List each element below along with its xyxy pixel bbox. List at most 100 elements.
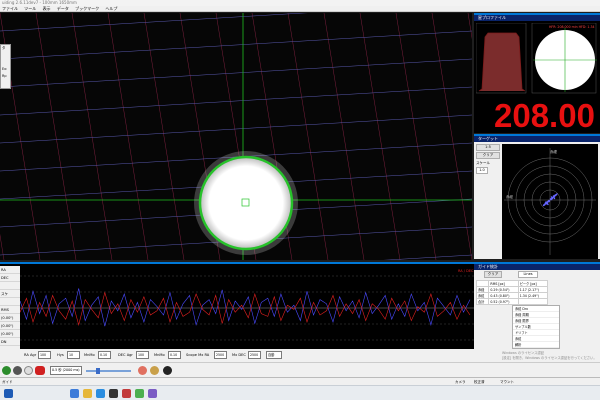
watermark-line2: [設定] を開き、Windows のライセンス認証を行ってください。 — [502, 356, 597, 360]
brain-icon[interactable] — [138, 366, 147, 375]
guiding-app-icon[interactable] — [122, 389, 131, 398]
dec-agr-field[interactable]: 100 — [136, 351, 149, 359]
graph-side-item: RMS — [0, 306, 20, 314]
stats-list-item: 解析 — [513, 342, 559, 348]
menu-data[interactable]: データ — [57, 6, 69, 11]
loop-button[interactable] — [2, 366, 11, 375]
target-point — [543, 204, 545, 206]
graph-side-controls[interactable]: RA DEC スケ RMS (0.00") (0.00") (0.00") DN — [0, 266, 20, 351]
profile-note: HFR: 208.000 min HFD: 1.34 — [549, 25, 595, 29]
profile-curve — [478, 32, 526, 92]
graph-side-item[interactable]: DEC — [0, 274, 20, 282]
float-item[interactable]: Ex: — [1, 66, 10, 73]
mnmo2-label: MnMo — [154, 353, 165, 357]
float-item[interactable]: タ — [1, 45, 10, 52]
scale-input[interactable]: 1.0 — [476, 167, 488, 174]
ra-agr-label: RA Agr — [24, 353, 37, 357]
float-item[interactable]: Rp — [1, 73, 10, 80]
guide-params-bar: RA Agr 100 Hys 10 MnMo 0.10 DEC Agr 100 … — [0, 349, 474, 362]
darks-icon[interactable] — [163, 366, 172, 375]
terminal-icon[interactable] — [109, 389, 118, 398]
target-point — [545, 202, 547, 205]
float-item[interactable] — [1, 59, 10, 66]
graph-side-item[interactable] — [0, 282, 20, 290]
target-point — [547, 200, 550, 202]
hys-label: Hys — [57, 353, 64, 357]
graph-grid — [20, 275, 474, 341]
taskbar-app-icon[interactable] — [135, 389, 144, 398]
stats-cell — [517, 298, 549, 305]
exposure-select[interactable]: 0.5 秒 (2000 ms) — [50, 366, 82, 375]
grid-line-dec — [383, 254, 472, 260]
dec-mode-select[interactable]: 自動 — [266, 351, 282, 359]
target-panel: ターゲット 1:5 クリア スケール 1.0 赤緯 赤経 — [474, 134, 600, 259]
hys-field[interactable]: 10 — [67, 351, 80, 359]
folder-icon[interactable] — [83, 389, 92, 398]
stats-table: RMS [px] ピーク [px] 赤経 0.29 (0.54") 1.17 (… — [475, 280, 549, 305]
graph-side-item: DN — [0, 338, 20, 346]
target-point — [551, 197, 553, 200]
guide-graph-panel: RA DEC スケ RMS (0.00") (0.00") (0.00") DN… — [0, 262, 474, 351]
graph-legend: RA / DEC — [458, 269, 474, 273]
camera-connect-button[interactable] — [13, 366, 22, 375]
start-icon[interactable] — [4, 389, 13, 398]
grid-line-ra — [323, 13, 365, 260]
menu-file[interactable]: ファイル — [2, 6, 18, 11]
float-item[interactable] — [1, 52, 10, 59]
menu-tools[interactable]: ツール — [24, 6, 36, 11]
stats-cell: 0.52 (0.97") — [488, 298, 519, 305]
mnmo2-field[interactable]: 0.10 — [168, 351, 181, 359]
stats-mode-select[interactable]: Lines — [518, 271, 538, 278]
stats-list: 赤緯 Drx 赤経 周期 赤経 限界 サンプル数 ドリフト 赤緯 解析 — [512, 305, 560, 349]
camera-image[interactable] — [0, 13, 472, 260]
taskbar-app-icon[interactable] — [148, 389, 157, 398]
target-title: ターゲット — [474, 136, 600, 142]
scope-mx-ra-field[interactable]: 2500 — [214, 351, 227, 359]
zoom-select[interactable]: 1:5 — [476, 144, 500, 151]
gain-slider-thumb[interactable] — [96, 368, 100, 374]
mx-dec-field[interactable]: 2500 — [248, 351, 261, 359]
stats-clear-button[interactable]: クリア — [484, 271, 502, 278]
grid-line-dec — [0, 58, 472, 88]
camera-view[interactable]: タ Ex: Rp — [0, 13, 472, 260]
profile-title: 星プロファイル — [474, 15, 600, 21]
grid-line-ra — [359, 13, 401, 260]
guide-button[interactable] — [24, 366, 33, 375]
graph-side-item: (0.00") — [0, 330, 20, 338]
target-point — [546, 201, 549, 203]
floating-control-panel[interactable]: タ Ex: Rp — [0, 44, 11, 89]
dec-agr-label: DEC Agr — [118, 353, 133, 357]
target-point — [553, 197, 556, 200]
graph-side-item: (0.00") — [0, 322, 20, 330]
grid-line-dec — [0, 114, 472, 144]
graph-side-item[interactable]: スケ — [0, 290, 20, 298]
mnmo-label: MnMo — [84, 353, 95, 357]
graph-side-item[interactable]: RA — [0, 266, 20, 274]
grid-line-dec — [0, 13, 308, 32]
dec-axis-label: 赤緯 — [550, 149, 558, 154]
stats-title: ガイド統計 — [474, 264, 600, 270]
star-profile-panel: 星プロファイル HFR: 208.000 min HFD: 1.34 208.0… — [474, 13, 600, 134]
ra-agr-field[interactable]: 100 — [38, 351, 51, 359]
graph-side-item[interactable] — [0, 298, 20, 306]
mx-dec-label: Mx DEC — [232, 353, 246, 357]
target-points — [542, 193, 558, 207]
menu-bar: ファイル ツール 表示 データ ブックマーク ヘルプ — [0, 6, 600, 12]
target-clear-button[interactable]: クリア — [476, 152, 500, 159]
browser-icon[interactable] — [96, 389, 105, 398]
grid-line-dec — [0, 86, 472, 116]
menu-view[interactable]: 表示 — [43, 6, 51, 11]
stats-cell: 合計 — [475, 298, 490, 305]
menu-bookmarks[interactable]: ブックマーク — [75, 6, 99, 11]
settings-icon[interactable] — [150, 366, 159, 375]
mnmo-field[interactable]: 0.10 — [98, 351, 111, 359]
graph-series-ra — [20, 288, 471, 327]
graph-side-item: (0.00") — [0, 314, 20, 322]
stop-button[interactable] — [35, 366, 45, 375]
menu-help[interactable]: ヘルプ — [105, 6, 117, 11]
ra-axis-label: 赤経 — [506, 194, 514, 199]
taskbar-app-icon[interactable] — [70, 389, 79, 398]
main-toolbar: 0.5 秒 (2000 ms) — [0, 362, 600, 377]
gain-slider-track[interactable] — [86, 370, 131, 372]
guide-graph: RA / DEC — [20, 269, 474, 341]
